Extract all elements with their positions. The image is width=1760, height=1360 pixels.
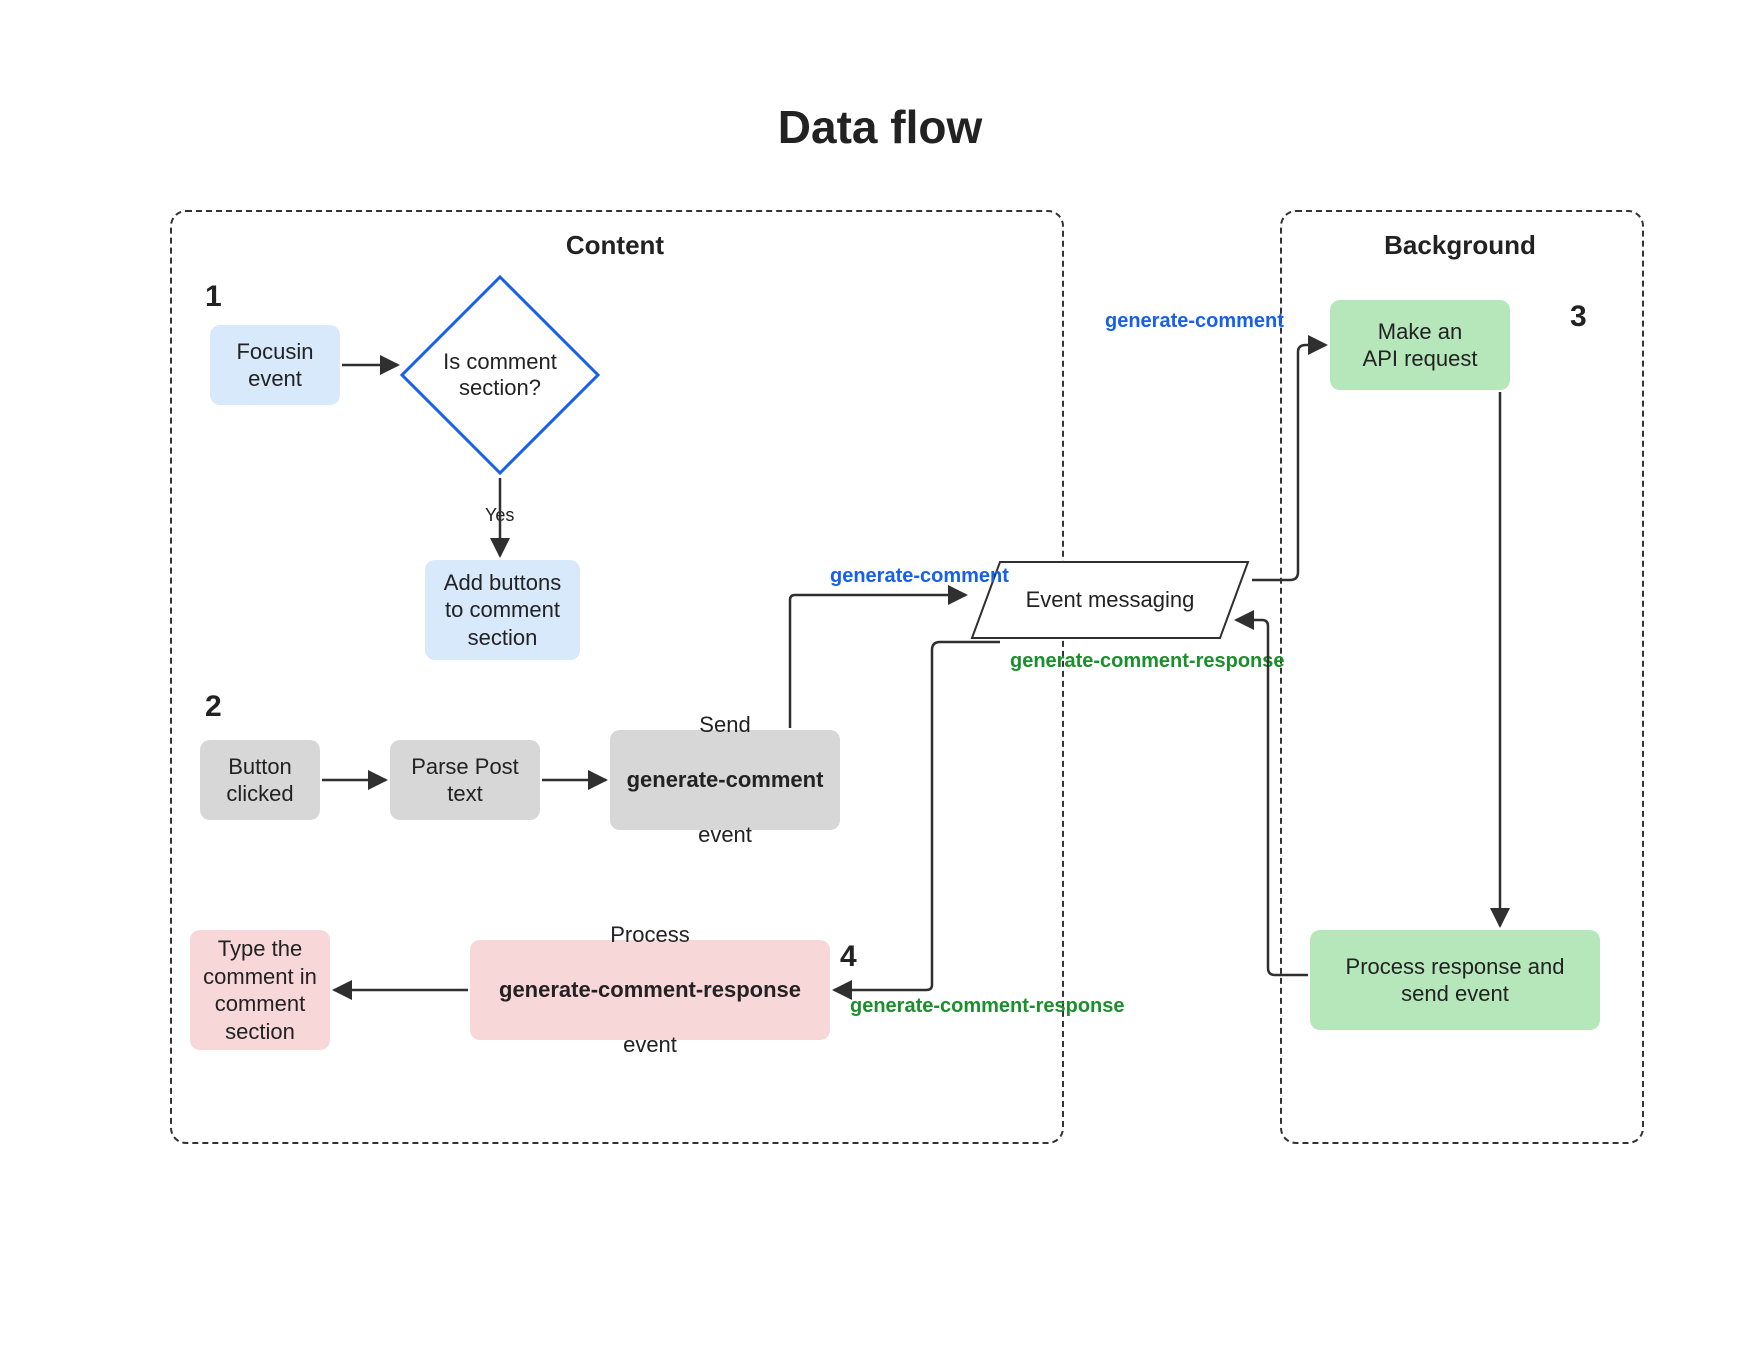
diagram-stage: Data flow Content Background 1 2 3 4 Foc… [0,0,1760,1360]
arrows-layer [0,0,1760,1360]
arrow-messaging-to-api [1252,345,1326,580]
arrow-process-to-messaging [1236,620,1308,975]
arrow-send-to-messaging [790,595,966,728]
arrow-messaging-to-processresp [834,642,1000,990]
